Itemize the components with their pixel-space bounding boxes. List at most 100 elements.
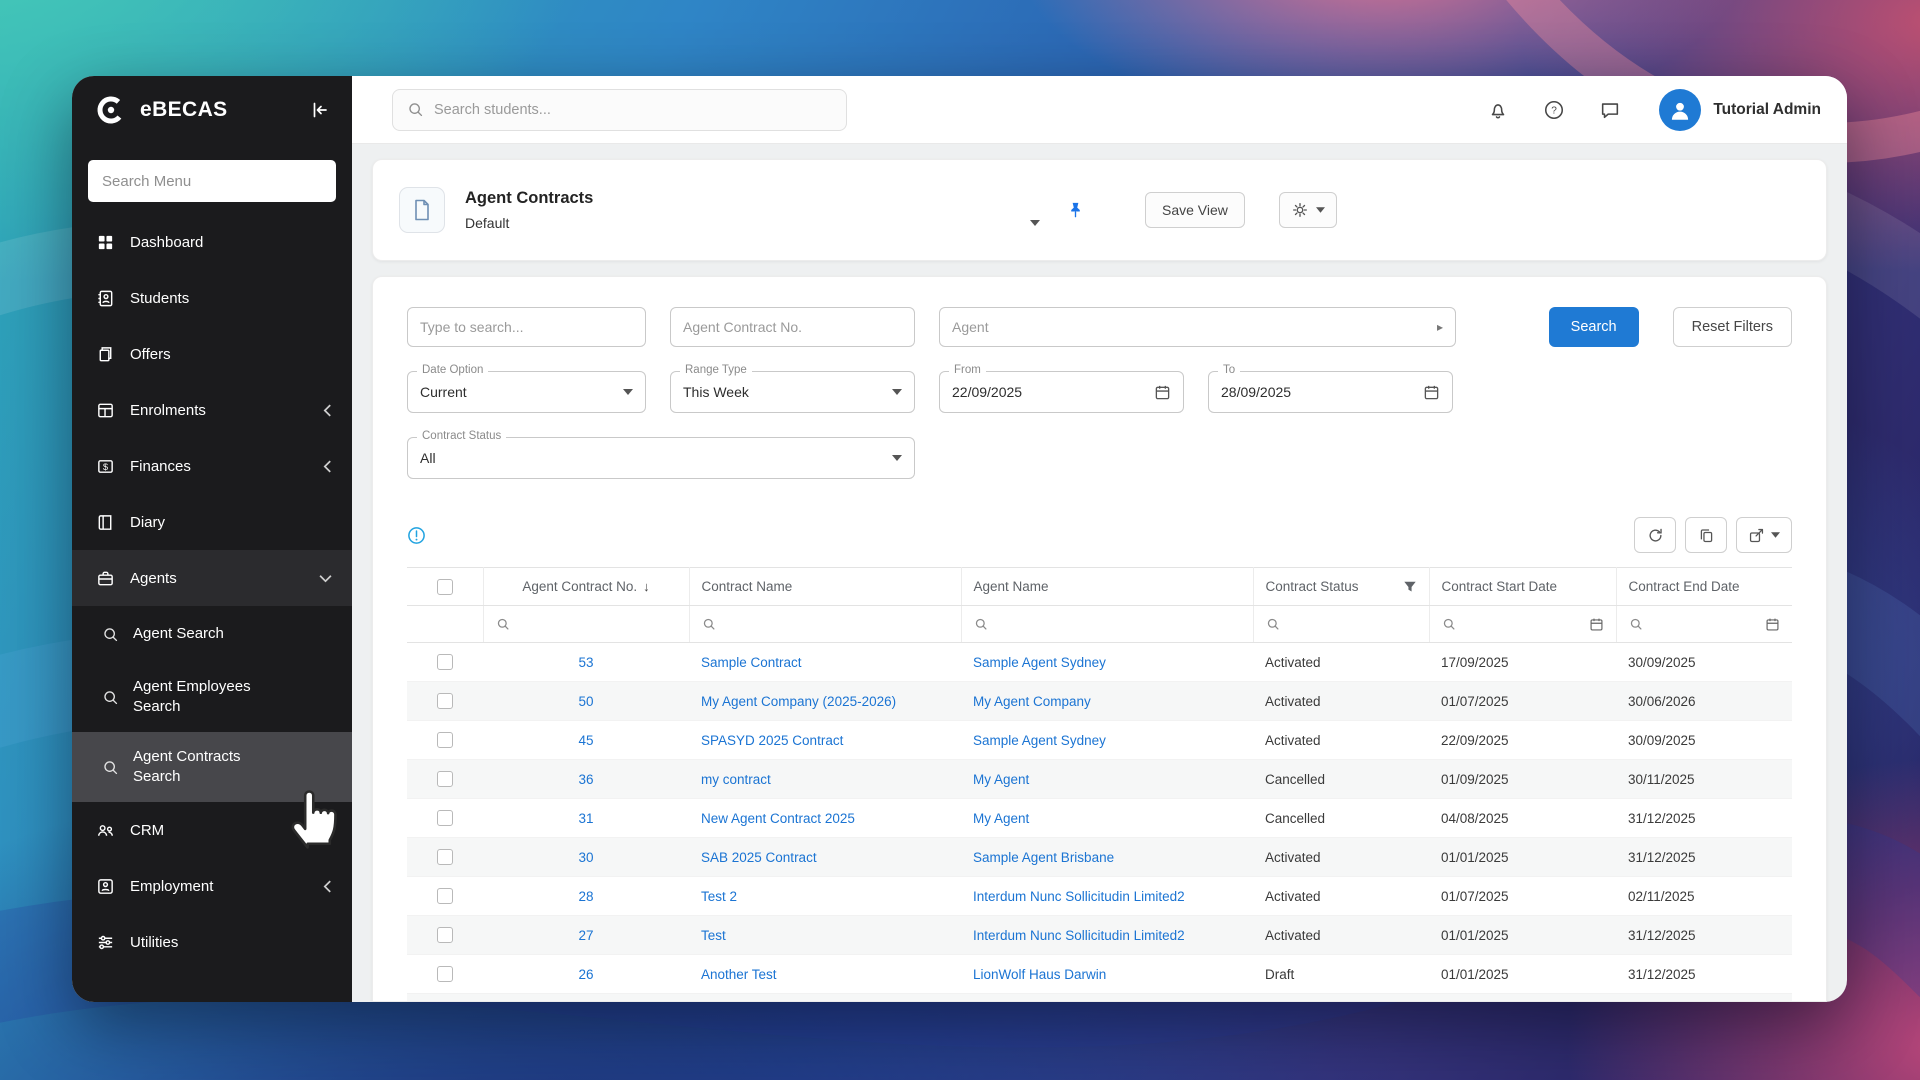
contract-no-link[interactable]: 30 <box>578 850 593 865</box>
contract-name-link[interactable]: Sample Contract <box>701 655 802 670</box>
sidebar-item-students[interactable]: Students <box>72 270 352 326</box>
agent-name-link[interactable]: Sample Agent Brisbane <box>973 850 1114 865</box>
table-row[interactable]: 45 SPASYD 2025 Contract Sample Agent Syd… <box>407 721 1792 760</box>
contract-no-link[interactable]: 36 <box>578 772 593 787</box>
filter-cell-contract-name[interactable] <box>689 606 961 643</box>
contract-status-cell: Cancelled <box>1253 760 1429 799</box>
range-type-select[interactable]: Range Type This Week <box>670 371 915 413</box>
sidebar-item-offers[interactable]: Offers <box>72 326 352 382</box>
contract-no-link[interactable]: 28 <box>578 889 593 904</box>
agent-name-link[interactable]: Sample Agent Sydney <box>973 733 1106 748</box>
user-menu[interactable]: Tutorial Admin <box>1659 89 1821 131</box>
contract-no-link[interactable]: 26 <box>578 967 593 982</box>
search-button[interactable]: Search <box>1549 307 1639 347</box>
row-checkbox[interactable] <box>437 693 453 709</box>
notifications-bell-icon[interactable] <box>1485 97 1511 123</box>
agent-name-link[interactable]: Interdum Nunc Sollicitudin Limited2 <box>973 889 1185 904</box>
copy-button[interactable] <box>1685 517 1727 553</box>
table-row[interactable]: 31 New Agent Contract 2025 My Agent Canc… <box>407 799 1792 838</box>
contract-name-link[interactable]: Test 2 <box>701 889 737 904</box>
contract-no-link[interactable]: 27 <box>578 928 593 943</box>
sidebar-collapse-icon[interactable] <box>306 96 334 124</box>
filter-cell-agent-name[interactable] <box>961 606 1253 643</box>
contract-name-link[interactable]: Another Test <box>701 967 777 982</box>
select-all-checkbox[interactable] <box>437 579 453 595</box>
row-checkbox[interactable] <box>437 849 453 865</box>
contract-no-link[interactable]: 50 <box>578 694 593 709</box>
agent-name-link[interactable]: My Agent <box>973 811 1029 826</box>
agent-select[interactable]: Agent ▸ <box>939 307 1456 347</box>
row-checkbox[interactable] <box>437 771 453 787</box>
sidebar-item-agent-contracts-search[interactable]: Agent Contracts Search <box>72 732 352 802</box>
sidebar-item-agent-employees-search[interactable]: Agent Employees Search <box>72 662 352 732</box>
table-row[interactable]: 30 SAB 2025 Contract Sample Agent Brisba… <box>407 838 1792 877</box>
filter-cell-start-date[interactable] <box>1429 606 1616 643</box>
column-header-contract-no[interactable]: Agent Contract No.↓ <box>483 568 689 606</box>
filter-cell-contract-no[interactable] <box>483 606 689 643</box>
table-row[interactable]: 27 Test Interdum Nunc Sollicitudin Limit… <box>407 916 1792 955</box>
chat-icon[interactable] <box>1597 97 1623 123</box>
help-icon[interactable]: ? <box>1541 97 1567 123</box>
contract-no-link[interactable]: 45 <box>578 733 593 748</box>
contract-name-link[interactable]: My Agent Company (2025-2026) <box>701 694 896 709</box>
row-checkbox[interactable] <box>437 732 453 748</box>
export-button[interactable] <box>1736 517 1792 553</box>
view-select[interactable]: Default <box>465 215 1040 231</box>
sidebar-item-diary[interactable]: Diary <box>72 494 352 550</box>
menu-search-input[interactable] <box>88 160 336 202</box>
save-view-button[interactable]: Save View <box>1145 192 1245 228</box>
agent-name-link[interactable]: LionWolf Haus Darwin <box>973 967 1106 982</box>
column-header-contract-status[interactable]: Contract Status <box>1253 568 1429 606</box>
contract-name-link[interactable]: Test <box>701 928 726 943</box>
sidebar-item-utilities[interactable]: Utilities <box>72 914 352 970</box>
agent-name-link[interactable]: My Agent <box>973 772 1029 787</box>
sidebar-item-finances[interactable]: $ Finances <box>72 438 352 494</box>
contract-no-link[interactable]: 53 <box>578 655 593 670</box>
row-checkbox[interactable] <box>437 888 453 904</box>
agent-name-link[interactable]: My Agent Company <box>973 694 1091 709</box>
row-checkbox[interactable] <box>437 927 453 943</box>
row-checkbox[interactable] <box>437 654 453 670</box>
table-row[interactable]: 23 Test 3 Justin PG Draft 01/01/2025 31/… <box>407 994 1792 1003</box>
pin-view-icon[interactable] <box>1066 201 1085 220</box>
contract-name-link[interactable]: my contract <box>701 772 771 787</box>
to-date-field[interactable]: To 28/09/2025 <box>1208 371 1453 413</box>
agent-name-link[interactable]: Interdum Nunc Sollicitudin Limited2 <box>973 928 1185 943</box>
contract-no-input[interactable] <box>670 307 915 347</box>
date-option-value: Current <box>420 384 467 400</box>
column-header-end-date[interactable]: Contract End Date <box>1616 568 1792 606</box>
from-date-field[interactable]: From 22/09/2025 <box>939 371 1184 413</box>
sidebar-item-crm[interactable]: CRM <box>72 802 352 858</box>
filter-funnel-icon[interactable] <box>1403 580 1417 594</box>
sidebar-item-dashboard[interactable]: Dashboard <box>72 214 352 270</box>
view-settings-button[interactable] <box>1279 192 1337 228</box>
row-checkbox[interactable] <box>437 966 453 982</box>
row-checkbox[interactable] <box>437 810 453 826</box>
column-header-contract-name[interactable]: Contract Name <box>689 568 961 606</box>
sidebar-item-enrolments[interactable]: Enrolments <box>72 382 352 438</box>
contract-status-select[interactable]: Contract Status All <box>407 437 915 479</box>
table-row[interactable]: 50 My Agent Company (2025-2026) My Agent… <box>407 682 1792 721</box>
agent-name-link[interactable]: Sample Agent Sydney <box>973 655 1106 670</box>
filter-cell-end-date[interactable] <box>1616 606 1792 643</box>
filter-cell-status[interactable] <box>1253 606 1429 643</box>
contract-name-link[interactable]: SAB 2025 Contract <box>701 850 817 865</box>
keyword-search-input[interactable] <box>407 307 646 347</box>
date-option-select[interactable]: Date Option Current <box>407 371 646 413</box>
table-row[interactable]: 53 Sample Contract Sample Agent Sydney A… <box>407 643 1792 682</box>
student-search-input[interactable] <box>434 102 832 118</box>
info-icon[interactable] <box>407 526 426 545</box>
contract-no-link[interactable]: 31 <box>578 811 593 826</box>
table-row[interactable]: 36 my contract My Agent Cancelled 01/09/… <box>407 760 1792 799</box>
contract-name-link[interactable]: New Agent Contract 2025 <box>701 811 855 826</box>
table-row[interactable]: 28 Test 2 Interdum Nunc Sollicitudin Lim… <box>407 877 1792 916</box>
sidebar-item-employment[interactable]: Employment <box>72 858 352 914</box>
refresh-button[interactable] <box>1634 517 1676 553</box>
contract-name-link[interactable]: SPASYD 2025 Contract <box>701 733 843 748</box>
sidebar-item-agents[interactable]: Agents <box>72 550 352 606</box>
column-header-agent-name[interactable]: Agent Name <box>961 568 1253 606</box>
table-row[interactable]: 26 Another Test LionWolf Haus Darwin Dra… <box>407 955 1792 994</box>
column-header-start-date[interactable]: Contract Start Date <box>1429 568 1616 606</box>
sidebar-item-agent-search[interactable]: Agent Search <box>72 606 352 662</box>
reset-filters-button[interactable]: Reset Filters <box>1673 307 1792 347</box>
